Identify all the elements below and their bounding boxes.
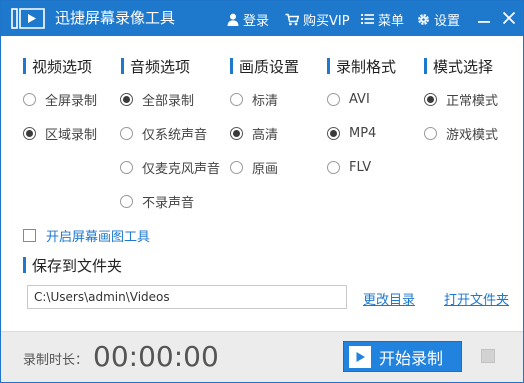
section-marker — [23, 257, 26, 273]
radio-mode-game[interactable]: 游戏模式 — [424, 124, 499, 143]
minimize-icon[interactable] — [475, 9, 493, 27]
settings-button[interactable]: 设置 — [417, 10, 461, 29]
radio-fullscreen-record[interactable]: 全屏录制 — [23, 90, 98, 109]
radio-quality-hd[interactable]: 高清 — [230, 124, 279, 143]
change-directory-link[interactable]: 更改目录 — [363, 289, 415, 308]
settings-label: 设置 — [434, 13, 461, 29]
login-label: 登录 — [243, 13, 270, 29]
radio-button[interactable] — [120, 160, 133, 174]
radio-quality-original[interactable]: 原画 — [230, 158, 279, 177]
save-path-input[interactable] — [27, 285, 347, 309]
menu-label: 菜单 — [378, 13, 405, 29]
radio-audio-none[interactable]: 不录声音 — [120, 192, 195, 211]
radio-format-mp4[interactable]: MP4 — [327, 124, 376, 142]
option-label: 全屏录制 — [45, 93, 98, 109]
option-label: MP4 — [349, 125, 377, 141]
cart-icon — [285, 13, 299, 25]
option-label: 仅麦克风声音 — [142, 161, 221, 177]
start-record-button[interactable]: 开始录制 — [343, 341, 462, 372]
option-label: 原画 — [252, 161, 279, 177]
close-icon[interactable] — [500, 9, 518, 27]
section-title: 保存到文件夹 — [32, 256, 123, 275]
stop-button[interactable] — [476, 344, 500, 368]
section-save-folder: 保存到文件夹 — [23, 255, 122, 275]
open-folder-link[interactable]: 打开文件夹 — [444, 289, 509, 308]
section-title: 视频选项 — [32, 57, 93, 76]
duration-value: 00:00:00 — [93, 340, 219, 373]
buy-vip-label: 购买VIP — [303, 13, 350, 29]
stop-icon — [481, 349, 495, 363]
radio-button[interactable] — [230, 92, 243, 106]
radio-button[interactable] — [424, 126, 437, 140]
radio-audio-system-only[interactable]: 仅系统声音 — [120, 124, 208, 143]
radio-button[interactable] — [327, 126, 340, 140]
draw-tool-label[interactable]: 开启屏幕画图工具 — [46, 226, 150, 245]
start-record-label: 开始录制 — [379, 348, 444, 368]
option-label: FLV — [349, 159, 372, 175]
section-mode-select: 模式选择 — [424, 56, 493, 76]
recorder-window: 迅捷屏幕录像工具 登录 购买VIP 菜单 设置 视频选项 音频选项 画质设置 录… — [0, 0, 524, 383]
radio-button[interactable] — [23, 126, 36, 140]
radio-button[interactable] — [120, 194, 133, 208]
section-title: 画质设置 — [239, 57, 300, 76]
user-icon — [227, 13, 239, 26]
option-label: 标清 — [252, 93, 279, 109]
section-marker — [327, 58, 330, 74]
radio-button[interactable] — [120, 92, 133, 106]
login-button[interactable]: 登录 — [227, 10, 270, 29]
radio-mode-normal[interactable]: 正常模式 — [424, 90, 499, 109]
menu-button[interactable]: 菜单 — [361, 10, 405, 29]
option-label: 区域录制 — [45, 127, 98, 143]
radio-button[interactable] — [327, 160, 340, 174]
radio-button[interactable] — [327, 92, 340, 106]
section-title: 录制格式 — [336, 57, 397, 76]
option-label: 全部录制 — [142, 93, 195, 109]
radio-format-flv[interactable]: FLV — [327, 158, 371, 176]
section-marker — [424, 58, 427, 74]
radio-button[interactable] — [230, 160, 243, 174]
section-record-format: 录制格式 — [327, 56, 396, 76]
section-quality-settings: 画质设置 — [230, 56, 299, 76]
bottom-bar: 录制时长： 00:00:00 开始录制 — [1, 331, 523, 382]
app-logo-icon — [11, 8, 45, 29]
radio-audio-mic-only[interactable]: 仅麦克风声音 — [120, 158, 221, 177]
section-marker — [121, 58, 124, 74]
draw-tool-checkbox-row[interactable]: 开启屏幕画图工具 — [23, 226, 150, 245]
option-label: 高清 — [252, 127, 279, 143]
menu-list-icon — [361, 14, 374, 24]
duration-label: 录制时长： — [23, 353, 89, 368]
option-label: 仅系统声音 — [142, 127, 208, 143]
buy-vip-button[interactable]: 购买VIP — [285, 10, 350, 29]
app-title: 迅捷屏幕录像工具 — [55, 9, 176, 27]
play-icon — [349, 345, 371, 368]
radio-audio-all[interactable]: 全部录制 — [120, 90, 195, 109]
section-marker — [230, 58, 233, 74]
section-title: 模式选择 — [433, 57, 494, 76]
radio-format-avi[interactable]: AVI — [327, 90, 370, 108]
draw-tool-checkbox[interactable] — [23, 228, 36, 242]
option-label: AVI — [349, 91, 370, 107]
option-label: 正常模式 — [446, 93, 499, 109]
section-marker — [23, 58, 26, 74]
radio-button[interactable] — [23, 92, 36, 106]
option-label: 游戏模式 — [446, 127, 499, 143]
radio-quality-sd[interactable]: 标清 — [230, 90, 279, 109]
radio-button[interactable] — [424, 92, 437, 106]
section-title: 音频选项 — [130, 57, 191, 76]
option-label: 不录声音 — [142, 195, 195, 211]
radio-region-record[interactable]: 区域录制 — [23, 124, 98, 143]
title-bar[interactable]: 迅捷屏幕录像工具 登录 购买VIP 菜单 设置 — [1, 1, 523, 36]
radio-button[interactable] — [120, 126, 133, 140]
gear-icon — [418, 13, 429, 25]
section-audio-options: 音频选项 — [121, 56, 190, 76]
section-video-options: 视频选项 — [23, 56, 92, 76]
radio-button[interactable] — [230, 126, 243, 140]
